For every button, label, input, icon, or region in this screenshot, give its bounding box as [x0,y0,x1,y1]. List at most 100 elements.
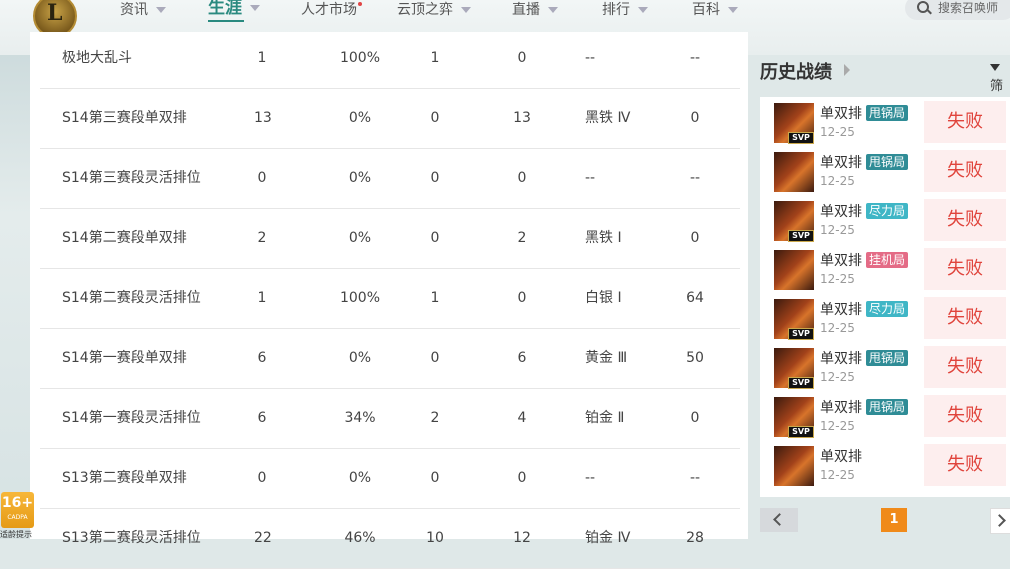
champion-avatar: SVP [774,201,814,242]
table-row: S14第一赛段灵活排位 6 34% 2 4 铂金 Ⅱ 0 [40,388,740,449]
champion-avatar [774,446,814,486]
chevron-right-icon[interactable] [844,64,850,76]
cell-lose: 2 [517,230,527,246]
cell-lose: 6 [517,350,527,366]
cell-name: S14第二赛段灵活排位 [62,290,201,306]
match-date: 12-25 [820,468,855,482]
cell-win: 10 [426,530,444,546]
match-item[interactable]: SVP 单双排 尽力局 12-25 失败 [760,293,1010,342]
cell-rate: 0% [348,470,372,486]
table-row: S14第一赛段单双排 6 0% 0 6 黄金 Ⅲ 50 [40,328,740,389]
champion-avatar [774,152,814,192]
nav-item-wiki[interactable]: 百科 [692,0,738,22]
chevron-down-icon [548,7,558,13]
cell-tier: 铂金 Ⅳ [585,530,631,546]
table-row: S14第三赛段灵活排位 0 0% 0 0 -- -- [40,148,740,209]
cell-tier: 黄金 Ⅲ [585,350,628,366]
cell-win: 0 [430,170,440,186]
page-number-current[interactable]: 1 [881,508,907,532]
match-mode: 单双排 [820,106,862,122]
cell-points: 0 [690,230,700,246]
cell-tier: 铂金 Ⅱ [585,410,625,426]
cell-tier: -- [585,470,596,486]
cell-tier: 黑铁 Ⅳ [585,110,631,126]
nav-item-live[interactable]: 直播 [512,0,558,22]
match-date: 12-25 [820,125,855,139]
cell-total: 1 [257,290,267,306]
cell-points: 0 [690,410,700,426]
chevron-down-icon [461,7,471,13]
match-result: 失败 [924,444,1006,486]
match-mode: 单双排 [820,253,862,269]
match-mode: 单双排 [820,351,862,367]
cell-name: S14第一赛段灵活排位 [62,410,201,426]
match-date: 12-25 [820,419,855,433]
match-item[interactable]: SVP 单双排 甩锅局 12-25 失败 [760,342,1010,391]
match-item[interactable]: SVP 单双排 尽力局 12-25 失败 [760,195,1010,244]
cell-points: 0 [690,110,700,126]
cell-lose: 13 [513,110,531,126]
match-tag: 挂机局 [866,252,909,268]
prev-page-button[interactable] [760,508,798,532]
nav-item-career[interactable]: 生涯 [208,0,260,22]
chevron-down-icon [250,5,260,11]
filter-icon [990,64,1000,71]
cell-total: 0 [257,470,267,486]
cell-lose: 0 [517,50,527,66]
cell-total: 2 [257,230,267,246]
cell-win: 0 [430,110,440,126]
nav-item-talent-market[interactable]: 人才市场 [301,0,362,22]
match-mode: 单双排 [820,400,862,416]
match-item[interactable]: 单双排 挂机局 12-25 失败 [760,244,1010,293]
pagination: 1 [760,507,1010,534]
match-date: 12-25 [820,272,855,286]
match-item[interactable]: 单双排 甩锅局 12-25 失败 [760,146,1010,195]
cell-points: -- [689,50,701,66]
cell-tier: 白银 Ⅰ [585,290,622,306]
champion-avatar [774,250,814,290]
table-row: S14第三赛段单双排 13 0% 0 13 黑铁 Ⅳ 0 [40,88,740,149]
cell-name: S14第一赛段单双排 [62,350,187,366]
search-icon [917,1,929,13]
cell-win: 1 [430,290,440,306]
cell-lose: 0 [517,290,527,306]
search-input[interactable]: 搜索召唤师 [905,0,1010,20]
table-row: S13第二赛段单双排 0 0% 0 0 -- -- [40,448,740,509]
champion-avatar: SVP [774,348,814,389]
cell-name: S14第二赛段单双排 [62,230,187,246]
cell-points: 50 [686,350,704,366]
match-result: 失败 [924,395,1006,437]
next-page-button[interactable] [990,508,1010,534]
cell-total: 1 [257,50,267,66]
svp-badge: SVP [788,230,814,242]
season-stats-table: 极地大乱斗 1 100% 1 0 -- -- S14第三赛段单双排 13 0% 0 13 黑铁 Ⅳ 0 S1… [30,32,748,569]
cell-name: S13第二赛段灵活排位 [62,530,201,546]
match-tag: 尽力局 [866,203,909,219]
new-dot-icon [358,2,362,6]
nav-item-tft[interactable]: 云顶之弈 [397,0,471,22]
match-item[interactable]: SVP 单双排 甩锅局 12-25 失败 [760,391,1010,440]
cell-total: 6 [257,410,267,426]
svp-badge: SVP [788,377,814,389]
chevron-down-icon [728,7,738,13]
cell-lose: 12 [513,530,531,546]
match-result: 失败 [924,101,1006,143]
cell-rate: 34% [344,410,376,426]
history-title[interactable]: 历史战绩 [760,58,832,84]
table-row: S14第二赛段单双排 2 0% 0 2 黑铁 Ⅰ 0 [40,208,740,269]
match-history-list: SVP 单双排 甩锅局 12-25 失败 单双排 甩锅局 12-25 失败 SVP 单双排 尽力局 12… [760,97,1010,497]
cell-total: 13 [254,110,272,126]
cell-rate: 0% [348,350,372,366]
filter-button[interactable]: 筛 [990,60,1010,94]
active-underline [208,20,244,22]
cell-rate: 100% [339,290,381,306]
nav-item-news[interactable]: 资讯 [120,0,166,22]
cell-name: S13第二赛段单双排 [62,470,187,486]
nav-item-ranking[interactable]: 排行 [602,0,648,22]
match-item[interactable]: SVP 单双排 甩锅局 12-25 失败 [760,97,1010,146]
cell-tier: -- [585,50,596,66]
match-item[interactable]: 单双排 12-25 失败 [760,440,1010,489]
cell-tier: -- [585,170,596,186]
champion-avatar: SVP [774,397,814,438]
match-result: 失败 [924,346,1006,388]
